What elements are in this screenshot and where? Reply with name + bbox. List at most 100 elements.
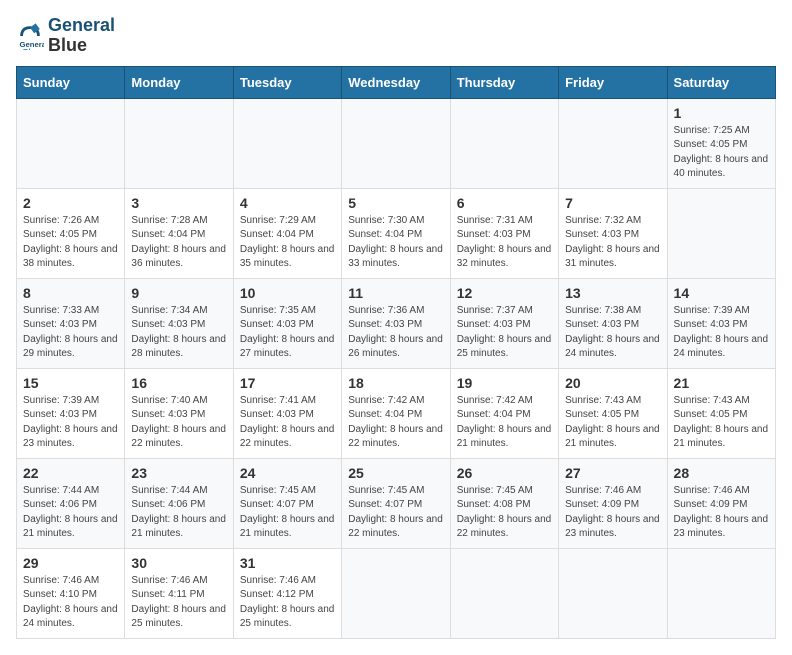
- day-number: 23: [131, 465, 226, 481]
- weekday-header-wednesday: Wednesday: [342, 66, 450, 98]
- day-info: Sunrise: 7:30 AM Sunset: 4:04 PM Dayligh…: [348, 214, 443, 272]
- day-number: 3: [131, 195, 226, 211]
- day-number: 31: [240, 555, 335, 571]
- day-info: Sunrise: 7:42 AM Sunset: 4:04 PM Dayligh…: [348, 394, 443, 452]
- day-number: 14: [674, 285, 769, 301]
- calendar-day-cell: 11 Sunrise: 7:36 AM Sunset: 4:03 PM Dayl…: [342, 278, 450, 368]
- day-number: 11: [348, 285, 443, 301]
- day-number: 24: [240, 465, 335, 481]
- page-header: General Blue GeneralBlue: [16, 16, 776, 56]
- day-info: Sunrise: 7:31 AM Sunset: 4:03 PM Dayligh…: [457, 214, 552, 272]
- day-number: 1: [674, 105, 769, 121]
- day-number: 15: [23, 375, 118, 391]
- calendar-day-cell: 9 Sunrise: 7:34 AM Sunset: 4:03 PM Dayli…: [125, 278, 233, 368]
- day-info: Sunrise: 7:43 AM Sunset: 4:05 PM Dayligh…: [674, 394, 769, 452]
- day-info: Sunrise: 7:46 AM Sunset: 4:09 PM Dayligh…: [674, 484, 769, 542]
- calendar-day-cell: [559, 98, 667, 188]
- day-number: 16: [131, 375, 226, 391]
- calendar-day-cell: 6 Sunrise: 7:31 AM Sunset: 4:03 PM Dayli…: [450, 188, 558, 278]
- calendar-day-cell: [125, 98, 233, 188]
- day-info: Sunrise: 7:42 AM Sunset: 4:04 PM Dayligh…: [457, 394, 552, 452]
- calendar-day-cell: [667, 548, 775, 638]
- calendar-day-cell: 7 Sunrise: 7:32 AM Sunset: 4:03 PM Dayli…: [559, 188, 667, 278]
- day-number: 4: [240, 195, 335, 211]
- weekday-header-tuesday: Tuesday: [233, 66, 341, 98]
- calendar-day-cell: 12 Sunrise: 7:37 AM Sunset: 4:03 PM Dayl…: [450, 278, 558, 368]
- calendar-day-cell: [667, 188, 775, 278]
- day-number: 2: [23, 195, 118, 211]
- calendar-day-cell: 16 Sunrise: 7:40 AM Sunset: 4:03 PM Dayl…: [125, 368, 233, 458]
- day-info: Sunrise: 7:35 AM Sunset: 4:03 PM Dayligh…: [240, 304, 335, 362]
- calendar-day-cell: 4 Sunrise: 7:29 AM Sunset: 4:04 PM Dayli…: [233, 188, 341, 278]
- day-number: 5: [348, 195, 443, 211]
- day-info: Sunrise: 7:44 AM Sunset: 4:06 PM Dayligh…: [131, 484, 226, 542]
- calendar-day-cell: 24 Sunrise: 7:45 AM Sunset: 4:07 PM Dayl…: [233, 458, 341, 548]
- calendar-day-cell: 13 Sunrise: 7:38 AM Sunset: 4:03 PM Dayl…: [559, 278, 667, 368]
- calendar-day-cell: 19 Sunrise: 7:42 AM Sunset: 4:04 PM Dayl…: [450, 368, 558, 458]
- day-number: 19: [457, 375, 552, 391]
- day-number: 13: [565, 285, 660, 301]
- calendar-day-cell: 8 Sunrise: 7:33 AM Sunset: 4:03 PM Dayli…: [17, 278, 125, 368]
- day-info: Sunrise: 7:46 AM Sunset: 4:09 PM Dayligh…: [565, 484, 660, 542]
- day-info: Sunrise: 7:28 AM Sunset: 4:04 PM Dayligh…: [131, 214, 226, 272]
- calendar-day-cell: 22 Sunrise: 7:44 AM Sunset: 4:06 PM Dayl…: [17, 458, 125, 548]
- day-info: Sunrise: 7:32 AM Sunset: 4:03 PM Dayligh…: [565, 214, 660, 272]
- day-info: Sunrise: 7:36 AM Sunset: 4:03 PM Dayligh…: [348, 304, 443, 362]
- day-info: Sunrise: 7:38 AM Sunset: 4:03 PM Dayligh…: [565, 304, 660, 362]
- calendar-day-cell: 29 Sunrise: 7:46 AM Sunset: 4:10 PM Dayl…: [17, 548, 125, 638]
- day-number: 10: [240, 285, 335, 301]
- day-number: 20: [565, 375, 660, 391]
- svg-text:Blue: Blue: [23, 47, 40, 50]
- day-number: 30: [131, 555, 226, 571]
- day-number: 18: [348, 375, 443, 391]
- calendar-day-cell: 21 Sunrise: 7:43 AM Sunset: 4:05 PM Dayl…: [667, 368, 775, 458]
- calendar-day-cell: 23 Sunrise: 7:44 AM Sunset: 4:06 PM Dayl…: [125, 458, 233, 548]
- day-number: 29: [23, 555, 118, 571]
- day-info: Sunrise: 7:26 AM Sunset: 4:05 PM Dayligh…: [23, 214, 118, 272]
- calendar-day-cell: 20 Sunrise: 7:43 AM Sunset: 4:05 PM Dayl…: [559, 368, 667, 458]
- calendar-day-cell: 31 Sunrise: 7:46 AM Sunset: 4:12 PM Dayl…: [233, 548, 341, 638]
- calendar-day-cell: 18 Sunrise: 7:42 AM Sunset: 4:04 PM Dayl…: [342, 368, 450, 458]
- calendar-week-row: 1 Sunrise: 7:25 AM Sunset: 4:05 PM Dayli…: [17, 98, 776, 188]
- logo-icon: General Blue: [16, 22, 44, 50]
- calendar-day-cell: [450, 98, 558, 188]
- calendar-day-cell: [559, 548, 667, 638]
- calendar-week-row: 22 Sunrise: 7:44 AM Sunset: 4:06 PM Dayl…: [17, 458, 776, 548]
- day-number: 8: [23, 285, 118, 301]
- day-number: 28: [674, 465, 769, 481]
- day-number: 26: [457, 465, 552, 481]
- day-number: 25: [348, 465, 443, 481]
- weekday-header-thursday: Thursday: [450, 66, 558, 98]
- day-info: Sunrise: 7:46 AM Sunset: 4:12 PM Dayligh…: [240, 574, 335, 632]
- day-number: 22: [23, 465, 118, 481]
- day-info: Sunrise: 7:37 AM Sunset: 4:03 PM Dayligh…: [457, 304, 552, 362]
- day-info: Sunrise: 7:39 AM Sunset: 4:03 PM Dayligh…: [674, 304, 769, 362]
- calendar-day-cell: [17, 98, 125, 188]
- calendar-day-cell: 10 Sunrise: 7:35 AM Sunset: 4:03 PM Dayl…: [233, 278, 341, 368]
- day-info: Sunrise: 7:34 AM Sunset: 4:03 PM Dayligh…: [131, 304, 226, 362]
- day-number: 21: [674, 375, 769, 391]
- weekday-header-monday: Monday: [125, 66, 233, 98]
- calendar-day-cell: 27 Sunrise: 7:46 AM Sunset: 4:09 PM Dayl…: [559, 458, 667, 548]
- calendar-day-cell: 17 Sunrise: 7:41 AM Sunset: 4:03 PM Dayl…: [233, 368, 341, 458]
- weekday-header-row: SundayMondayTuesdayWednesdayThursdayFrid…: [17, 66, 776, 98]
- calendar-day-cell: 26 Sunrise: 7:45 AM Sunset: 4:08 PM Dayl…: [450, 458, 558, 548]
- calendar-day-cell: 30 Sunrise: 7:46 AM Sunset: 4:11 PM Dayl…: [125, 548, 233, 638]
- day-number: 9: [131, 285, 226, 301]
- day-number: 12: [457, 285, 552, 301]
- day-info: Sunrise: 7:45 AM Sunset: 4:07 PM Dayligh…: [240, 484, 335, 542]
- weekday-header-sunday: Sunday: [17, 66, 125, 98]
- logo: General Blue GeneralBlue: [16, 16, 115, 56]
- weekday-header-friday: Friday: [559, 66, 667, 98]
- day-info: Sunrise: 7:40 AM Sunset: 4:03 PM Dayligh…: [131, 394, 226, 452]
- day-number: 17: [240, 375, 335, 391]
- calendar-table: SundayMondayTuesdayWednesdayThursdayFrid…: [16, 66, 776, 639]
- calendar-day-cell: [342, 98, 450, 188]
- weekday-header-saturday: Saturday: [667, 66, 775, 98]
- calendar-day-cell: 3 Sunrise: 7:28 AM Sunset: 4:04 PM Dayli…: [125, 188, 233, 278]
- calendar-week-row: 2 Sunrise: 7:26 AM Sunset: 4:05 PM Dayli…: [17, 188, 776, 278]
- calendar-day-cell: 25 Sunrise: 7:45 AM Sunset: 4:07 PM Dayl…: [342, 458, 450, 548]
- calendar-day-cell: 1 Sunrise: 7:25 AM Sunset: 4:05 PM Dayli…: [667, 98, 775, 188]
- day-number: 6: [457, 195, 552, 211]
- day-info: Sunrise: 7:44 AM Sunset: 4:06 PM Dayligh…: [23, 484, 118, 542]
